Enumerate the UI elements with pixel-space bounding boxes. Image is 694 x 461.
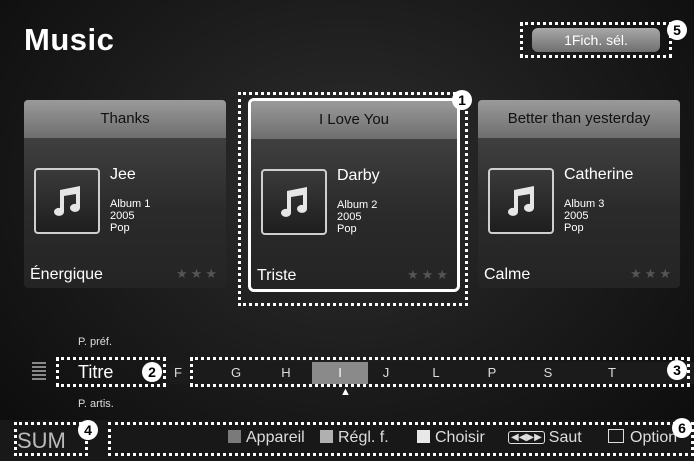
tools-icon — [608, 429, 624, 443]
choose-label: Choisir — [435, 429, 485, 446]
option-label: Option — [630, 429, 678, 446]
music-note-icon — [34, 168, 100, 234]
callout-sum — [14, 422, 88, 456]
track-title: Thanks — [24, 100, 226, 138]
track-genre: Pop — [110, 222, 130, 234]
skip-label: Saut — [548, 429, 582, 446]
album-name: Album 3 — [564, 198, 605, 210]
settings-square-icon — [320, 430, 333, 443]
rewind-forward-icon: ◀◀▶▶ — [508, 431, 545, 444]
track-year: 2005 — [564, 210, 589, 222]
sort-option-next[interactable]: P. artis. — [78, 398, 114, 410]
track-card-better-than-yesterday[interactable]: Better than yesterday Catherine Album 3 … — [478, 100, 680, 288]
caret-up-icon: ▲ — [340, 386, 351, 398]
callout-badge-6: 6 — [672, 418, 692, 438]
track-year: 2005 — [110, 210, 135, 222]
device-square-icon — [228, 430, 241, 443]
sort-option-previous[interactable]: P. préf. — [78, 336, 112, 348]
settings-button[interactable]: Régl. f. — [320, 429, 389, 447]
track-genre: Pop — [564, 222, 584, 234]
device-label: Appareil — [246, 429, 305, 446]
callout-selected-files — [520, 22, 672, 58]
callout-badge-2: 2 — [142, 362, 162, 382]
callout-selected-card — [238, 92, 468, 306]
rating-stars: ★★★ — [176, 266, 220, 281]
album-name: Album 1 — [110, 198, 151, 210]
list-view-icon — [32, 362, 46, 382]
track-title: Better than yesterday — [478, 100, 680, 138]
track-card-thanks[interactable]: Thanks Jee Album 1 2005 Pop Énergique ★★… — [24, 100, 226, 288]
choose-square-icon — [417, 430, 430, 443]
callout-badge-5: 5 — [667, 20, 687, 40]
rating-stars: ★★★ — [630, 266, 674, 281]
settings-label: Régl. f. — [338, 429, 389, 446]
callout-badge-4: 4 — [78, 420, 98, 440]
letter-index-item[interactable]: F — [170, 362, 186, 384]
artist-name: Jee — [110, 166, 136, 183]
callout-badge-1: 1 — [452, 90, 472, 110]
device-button[interactable]: Appareil — [228, 429, 305, 447]
track-mood: Calme — [484, 266, 531, 283]
callout-badge-3: 3 — [667, 360, 687, 380]
page-title: Music — [24, 22, 115, 57]
callout-actions — [108, 422, 694, 456]
skip-button[interactable]: ◀◀▶▶ Saut — [508, 429, 582, 447]
choose-button[interactable]: Choisir — [417, 429, 485, 447]
music-screen: Music 1Fich. sél. 5 Thanks Jee Album 1 2… — [0, 0, 694, 461]
artist-name: Catherine — [564, 166, 634, 183]
track-meta: Album 3 2005 Pop — [564, 198, 604, 234]
callout-letter-index — [190, 357, 690, 387]
track-mood: Énergique — [30, 266, 103, 283]
track-meta: Album 1 2005 Pop — [110, 198, 150, 234]
option-button[interactable]: Option — [608, 429, 677, 447]
music-note-icon — [488, 168, 554, 234]
